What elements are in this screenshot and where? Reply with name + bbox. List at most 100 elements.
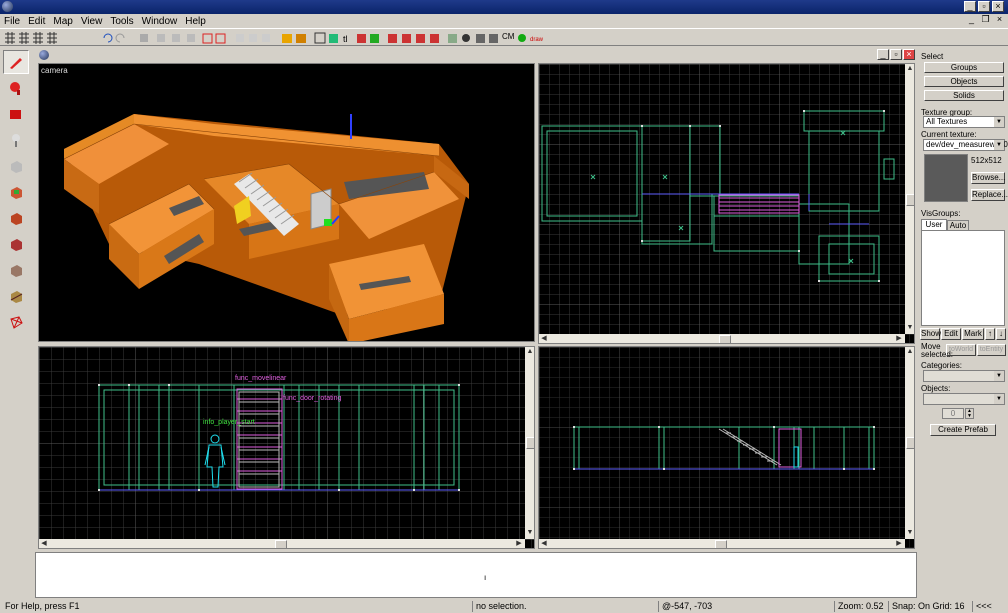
overlay-tool[interactable] bbox=[3, 284, 29, 308]
move-down-icon[interactable]: ↓ bbox=[996, 328, 1006, 340]
camera-label: camera bbox=[41, 66, 68, 75]
scroll-left-icon[interactable]: ◀ bbox=[540, 540, 548, 548]
magnify-tool[interactable] bbox=[3, 76, 29, 100]
chevron-down-icon: ▼ bbox=[994, 117, 1004, 127]
to-world-button[interactable]: toWorld bbox=[946, 344, 976, 356]
scroll-up-icon[interactable]: ▲ bbox=[526, 348, 534, 356]
move-up-icon[interactable]: ↑ bbox=[985, 328, 995, 340]
scroll-up-icon[interactable]: ▲ bbox=[906, 348, 914, 356]
apply-texture-tool[interactable] bbox=[3, 206, 29, 230]
overlay-icon bbox=[10, 291, 23, 303]
menu-view[interactable]: View bbox=[81, 16, 103, 27]
categories-select[interactable]: ▼ bbox=[923, 370, 1005, 382]
scroll-thumb[interactable] bbox=[906, 194, 914, 206]
menu-edit[interactable]: Edit bbox=[28, 16, 45, 27]
top-view[interactable]: ▲ ▼ ◀ ▶ bbox=[538, 63, 915, 344]
close-icon[interactable]: × bbox=[992, 1, 1004, 12]
show-button[interactable]: Show bbox=[920, 328, 941, 340]
tab-auto[interactable]: Auto bbox=[947, 220, 969, 230]
mdi-close-icon[interactable]: × bbox=[994, 15, 1005, 26]
scroll-left-icon[interactable]: ◀ bbox=[540, 335, 548, 343]
scroll-right-icon[interactable]: ▶ bbox=[895, 540, 903, 548]
tab-user[interactable]: User bbox=[921, 219, 947, 230]
entity-tool[interactable] bbox=[3, 128, 29, 152]
scroll-down-icon[interactable]: ▼ bbox=[526, 529, 534, 537]
menu-map[interactable]: Map bbox=[53, 16, 72, 27]
categories-label: Categories: bbox=[921, 361, 962, 370]
objects-button[interactable]: Objects bbox=[924, 76, 1004, 87]
vertex-tool[interactable] bbox=[3, 310, 29, 334]
visgroup-list[interactable] bbox=[921, 230, 1005, 326]
scroll-up-icon[interactable]: ▲ bbox=[906, 65, 914, 73]
current-texture-select[interactable]: dev/dev_measurewall0 ▼ bbox=[923, 139, 1008, 151]
tie-icon bbox=[202, 33, 213, 44]
side-view[interactable]: ▲ ▼ ◀ ▶ bbox=[538, 346, 915, 549]
status-help: For Help, press F1 bbox=[5, 601, 80, 611]
scroll-down-icon[interactable]: ▼ bbox=[906, 529, 914, 537]
grid-dot-icon bbox=[19, 32, 29, 44]
count-spinner-icon[interactable]: ▲ ▼ bbox=[965, 408, 974, 419]
menu-file[interactable]: File bbox=[4, 16, 20, 27]
front-view-hscroll[interactable]: ◀ ▶ bbox=[39, 539, 525, 548]
objects-select[interactable]: ▼ bbox=[923, 393, 1005, 405]
scroll-left-icon[interactable]: ◀ bbox=[40, 540, 48, 548]
title-bar: _ ▫ × bbox=[0, 0, 1008, 14]
scroll-thumb[interactable] bbox=[715, 540, 727, 548]
groups-button[interactable]: Groups bbox=[924, 62, 1004, 73]
front-view[interactable]: func_movelinear func_door_rotating info_… bbox=[38, 346, 535, 549]
doc-maximize-icon[interactable]: ▫ bbox=[890, 49, 902, 60]
entity-icon bbox=[12, 134, 20, 147]
maximize-icon[interactable]: ▫ bbox=[978, 1, 990, 12]
edit-button[interactable]: Edit bbox=[941, 328, 961, 340]
decal-tool[interactable] bbox=[3, 232, 29, 256]
texture-browser-icon bbox=[476, 34, 485, 43]
side-view-hscroll[interactable]: ◀ ▶ bbox=[539, 539, 905, 548]
menu-help[interactable]: Help bbox=[185, 16, 206, 27]
create-prefab-button[interactable]: Create Prefab bbox=[930, 424, 996, 436]
camera-view[interactable]: camera bbox=[38, 63, 535, 342]
mdi-minimize-icon[interactable]: _ bbox=[966, 15, 977, 26]
to-entity-button[interactable]: toEntity bbox=[977, 344, 1006, 356]
side-view-vscroll[interactable]: ▲ ▼ bbox=[905, 347, 914, 539]
top-view-vscroll[interactable]: ▲ ▼ bbox=[905, 64, 914, 334]
message-console[interactable]: ı bbox=[35, 552, 917, 598]
scroll-right-icon[interactable]: ▶ bbox=[895, 335, 903, 343]
minimize-icon[interactable]: _ bbox=[964, 1, 976, 12]
menu-tools[interactable]: Tools bbox=[110, 16, 133, 27]
texture-tool[interactable] bbox=[3, 180, 29, 204]
decal-icon bbox=[11, 239, 22, 251]
solids-button[interactable]: Solids bbox=[924, 90, 1004, 101]
scroll-down-icon[interactable]: ▼ bbox=[906, 324, 914, 332]
clipping-tool[interactable] bbox=[3, 258, 29, 282]
doc-minimize-icon[interactable]: _ bbox=[877, 49, 889, 60]
scroll-thumb[interactable] bbox=[719, 335, 731, 343]
menu-window[interactable]: Window bbox=[142, 16, 178, 27]
scroll-thumb[interactable] bbox=[526, 437, 534, 449]
status-selection: no selection. bbox=[472, 601, 658, 612]
green-light-icon bbox=[518, 34, 526, 42]
browse-button[interactable]: Browse... bbox=[971, 172, 1005, 184]
texture-preview bbox=[924, 154, 968, 202]
scroll-thumb[interactable] bbox=[275, 540, 287, 548]
to-world-icon bbox=[215, 33, 226, 44]
count-field[interactable]: 0 bbox=[942, 408, 964, 419]
clip-icon bbox=[11, 265, 22, 277]
block-icon bbox=[11, 161, 22, 173]
doc-close-icon[interactable]: × bbox=[903, 49, 915, 60]
mdi-restore-icon[interactable]: ❐ bbox=[980, 15, 991, 26]
camera-tool[interactable] bbox=[3, 102, 29, 126]
mark-button[interactable]: Mark bbox=[962, 328, 984, 340]
block-tool[interactable] bbox=[3, 154, 29, 178]
texture-scale-icon bbox=[296, 34, 306, 43]
replace-button[interactable]: Replace... bbox=[971, 189, 1008, 201]
scroll-thumb[interactable] bbox=[906, 437, 914, 449]
top-view-hscroll[interactable]: ◀ ▶ bbox=[539, 334, 905, 343]
hide-icon bbox=[370, 34, 379, 43]
scroll-right-icon[interactable]: ▶ bbox=[515, 540, 523, 548]
console-cursor: ı bbox=[484, 573, 487, 582]
selection-tool[interactable] bbox=[3, 50, 29, 74]
texture-group-select[interactable]: All Textures ▼ bbox=[923, 116, 1005, 128]
snap-icon bbox=[329, 34, 338, 43]
front-view-vscroll[interactable]: ▲ ▼ bbox=[525, 347, 534, 539]
cm-label[interactable]: CM bbox=[502, 32, 514, 41]
